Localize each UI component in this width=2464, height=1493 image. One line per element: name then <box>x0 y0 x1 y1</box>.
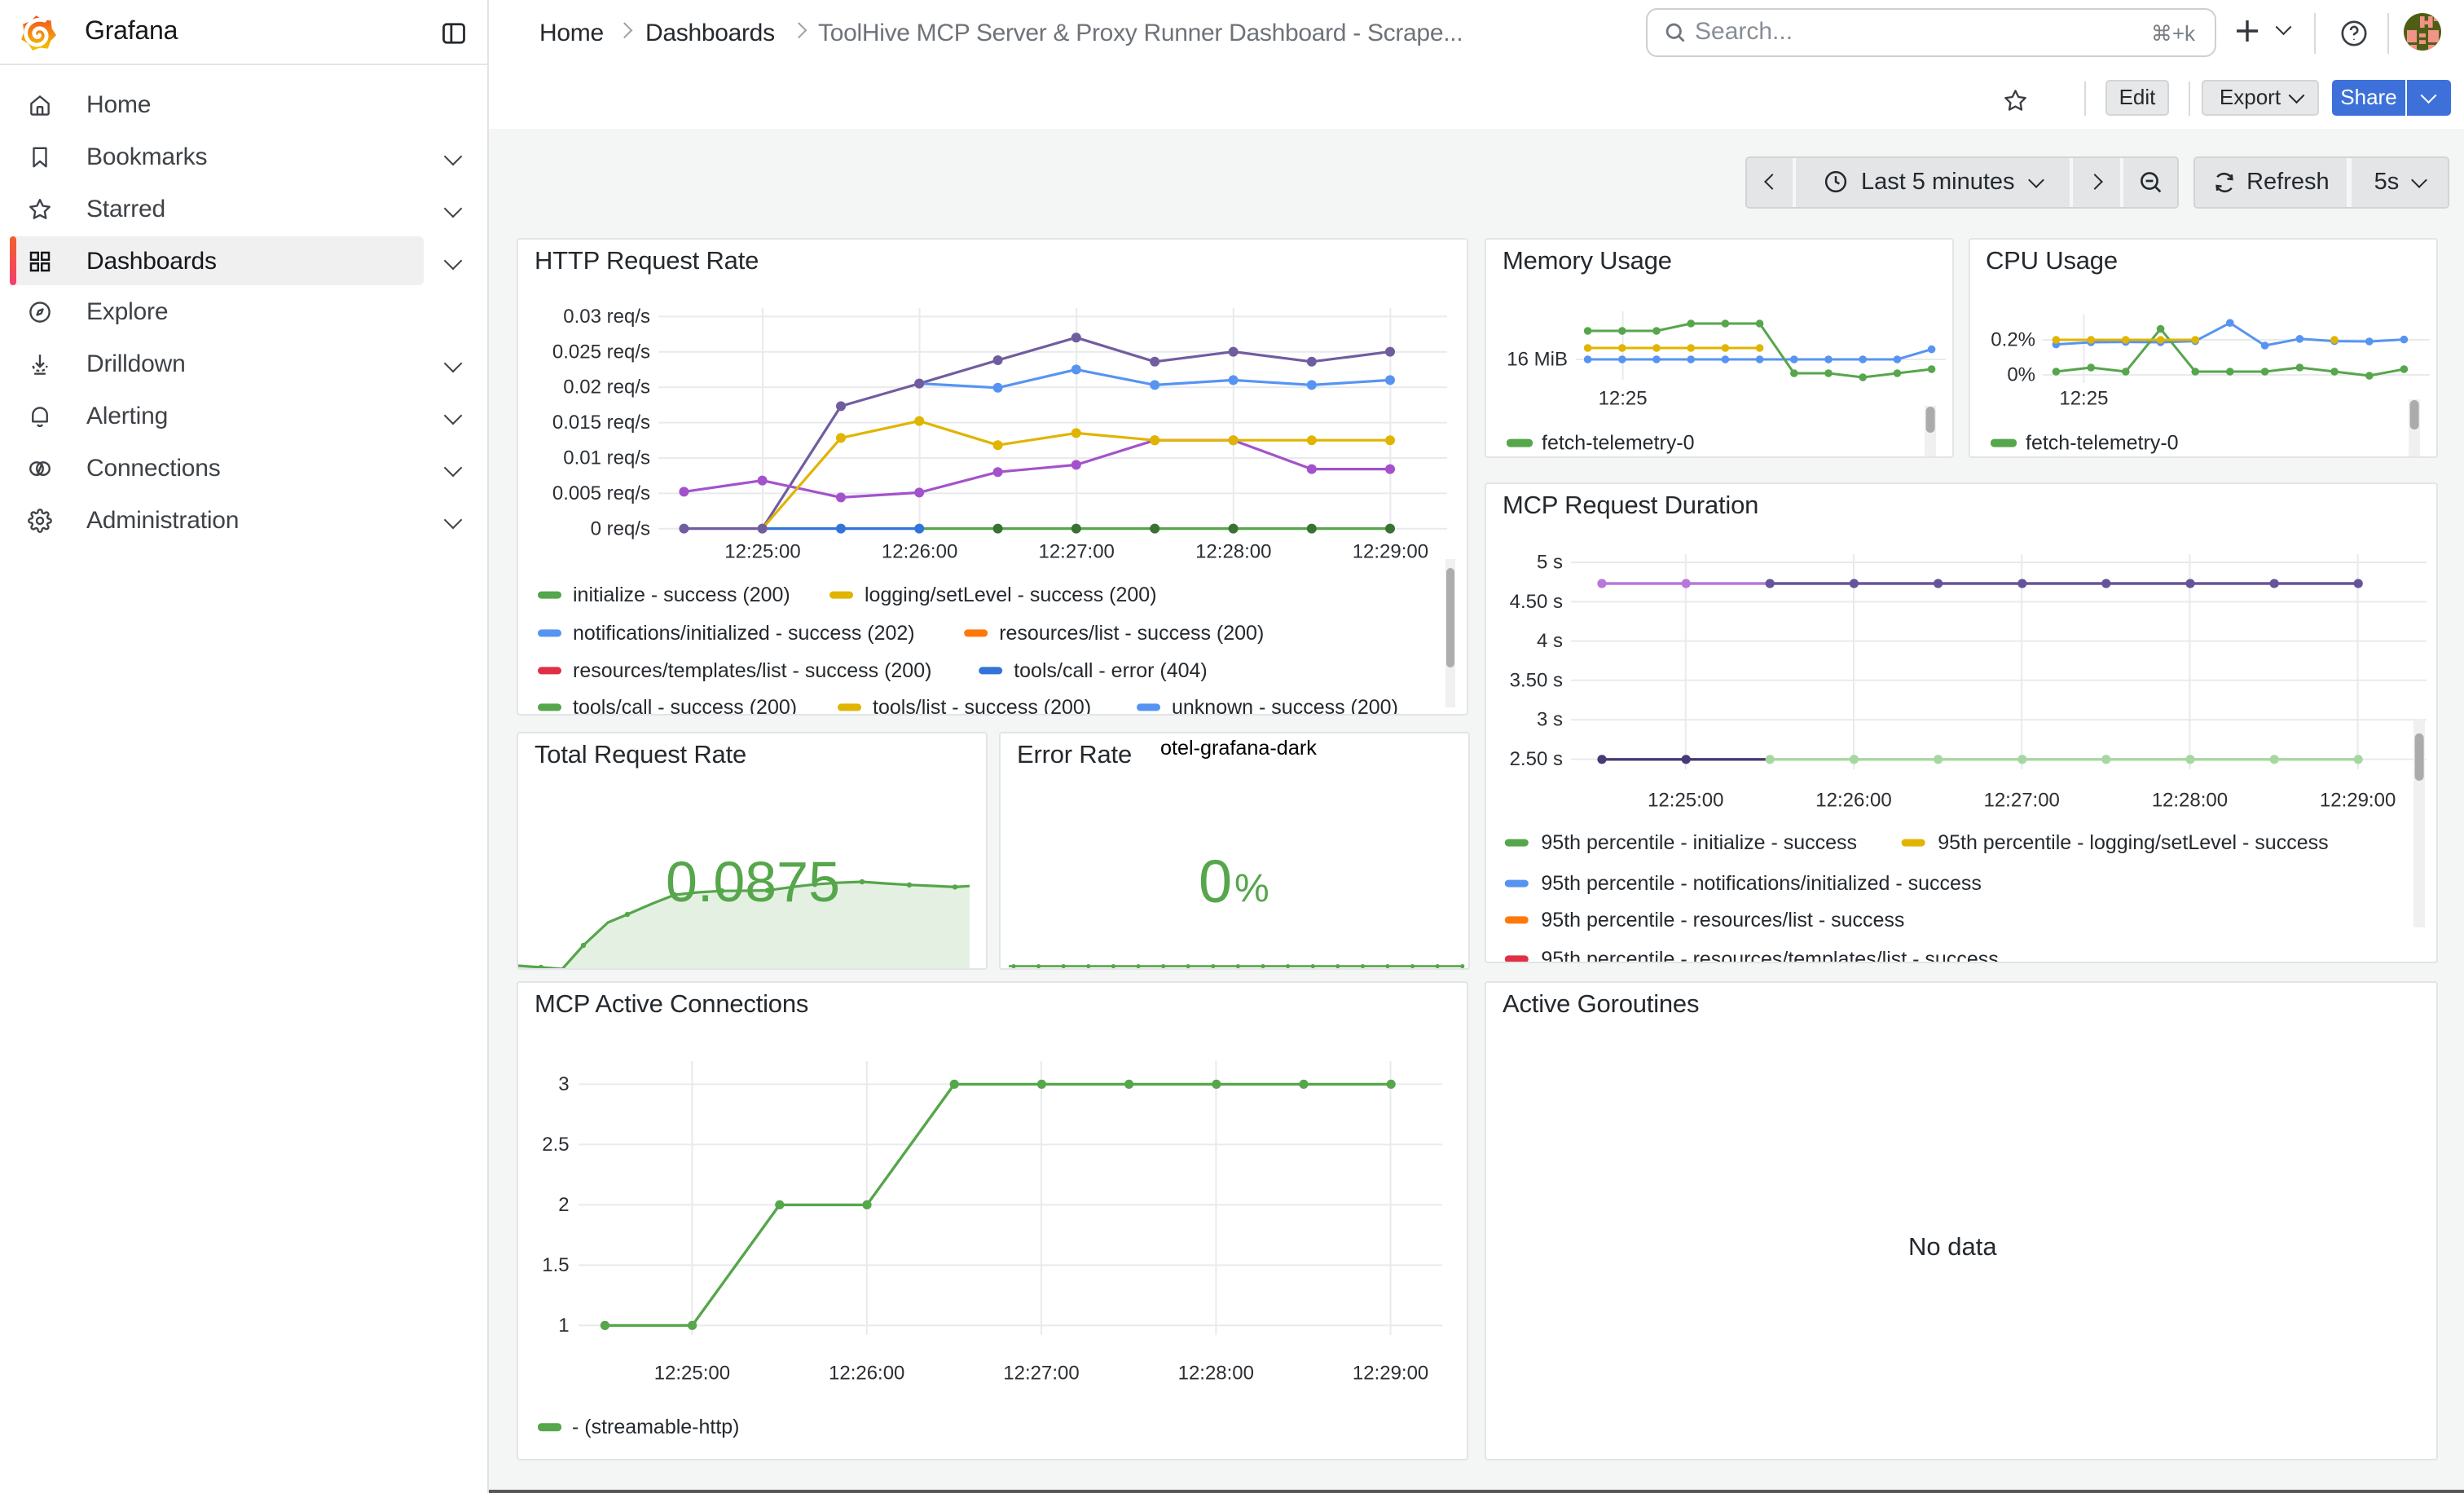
svg-text:fetch-telemetry-0: fetch-telemetry-0 <box>2025 432 2178 455</box>
svg-text:tools/list - success (200): tools/list - success (200) <box>873 696 1091 716</box>
svg-text:12:26:00: 12:26:00 <box>829 1363 904 1385</box>
svg-text:- (streamable-http): - (streamable-http) <box>572 1416 740 1439</box>
svg-text:95th percentile - resources/te: 95th percentile - resources/templates/li… <box>1541 948 1998 963</box>
svg-text:1: 1 <box>558 1315 569 1337</box>
svg-text:fetch-telemetry-0: fetch-telemetry-0 <box>1542 432 1695 455</box>
svg-text:0%: 0% <box>2006 364 2035 386</box>
svg-text:0: 0 <box>1199 848 1232 915</box>
svg-text:0.02 req/s: 0.02 req/s <box>563 377 650 399</box>
svg-text:2.50 s: 2.50 s <box>1510 748 1563 770</box>
svg-text:0.0875: 0.0875 <box>666 850 840 914</box>
svg-text:5 s: 5 s <box>1537 552 1563 574</box>
svg-text:0 req/s: 0 req/s <box>591 517 650 540</box>
svg-text:12:29:00: 12:29:00 <box>1353 541 1428 563</box>
svg-text:logging/setLevel - success (20: logging/setLevel - success (200) <box>865 584 1157 606</box>
svg-text:resources/templates/list - suc: resources/templates/list - success (200) <box>573 659 931 682</box>
svg-text:tools/call - error (404): tools/call - error (404) <box>1014 659 1208 682</box>
svg-text:12:25:00: 12:25:00 <box>654 1363 730 1385</box>
svg-text:12:29:00: 12:29:00 <box>2320 790 2396 812</box>
svg-text:12:28:00: 12:28:00 <box>2152 790 2228 812</box>
svg-text:0.005 req/s: 0.005 req/s <box>552 482 650 504</box>
svg-text:0.2%: 0.2% <box>1990 329 2035 351</box>
svg-text:12:25: 12:25 <box>1599 388 1648 410</box>
svg-text:0.015 req/s: 0.015 req/s <box>552 412 650 434</box>
svg-text:initialize - success (200): initialize - success (200) <box>573 584 790 606</box>
svg-text:2.5: 2.5 <box>542 1134 569 1156</box>
svg-text:notifications/initialized - su: notifications/initialized - success (202… <box>573 622 915 645</box>
svg-text:12:27:00: 12:27:00 <box>1038 541 1114 563</box>
svg-text:12:25:00: 12:25:00 <box>1648 790 1723 812</box>
svg-text:95th percentile - initialize -: 95th percentile - initialize - success <box>1541 831 1857 854</box>
svg-text:unknown - success (200): unknown - success (200) <box>1172 696 1398 716</box>
svg-text:0.03 req/s: 0.03 req/s <box>563 306 650 328</box>
svg-text:4.50 s: 4.50 s <box>1510 591 1563 613</box>
svg-text:0.01 req/s: 0.01 req/s <box>563 447 650 469</box>
svg-text:12:28:00: 12:28:00 <box>1195 541 1271 563</box>
svg-text:12:26:00: 12:26:00 <box>882 541 957 563</box>
svg-text:resources/list - success (200): resources/list - success (200) <box>999 622 1264 645</box>
svg-text:12:29:00: 12:29:00 <box>1353 1363 1428 1385</box>
svg-text:12:28:00: 12:28:00 <box>1178 1363 1254 1385</box>
svg-text:3: 3 <box>558 1074 569 1096</box>
svg-text:%: % <box>1234 867 1269 910</box>
svg-text:4 s: 4 s <box>1537 630 1563 652</box>
svg-text:tools/call - success (200): tools/call - success (200) <box>573 696 797 716</box>
svg-text:95th percentile - notification: 95th percentile - notifications/initiali… <box>1541 872 1982 895</box>
svg-text:2: 2 <box>558 1195 569 1217</box>
svg-text:12:26:00: 12:26:00 <box>1815 790 1891 812</box>
svg-text:12:25:00: 12:25:00 <box>724 541 800 563</box>
svg-text:95th percentile - resources/li: 95th percentile - resources/list - succe… <box>1541 909 1904 931</box>
svg-text:16 MiB: 16 MiB <box>1507 349 1568 371</box>
svg-text:3 s: 3 s <box>1537 709 1563 731</box>
svg-text:3.50 s: 3.50 s <box>1510 669 1563 691</box>
svg-text:12:27:00: 12:27:00 <box>1983 790 2059 812</box>
svg-text:0.025 req/s: 0.025 req/s <box>552 341 650 363</box>
svg-text:12:25: 12:25 <box>2058 388 2107 410</box>
svg-text:12:27:00: 12:27:00 <box>1003 1363 1079 1385</box>
svg-text:95th percentile - logging/setL: 95th percentile - logging/setLevel - suc… <box>1938 831 2328 854</box>
svg-text:1.5: 1.5 <box>542 1255 569 1277</box>
